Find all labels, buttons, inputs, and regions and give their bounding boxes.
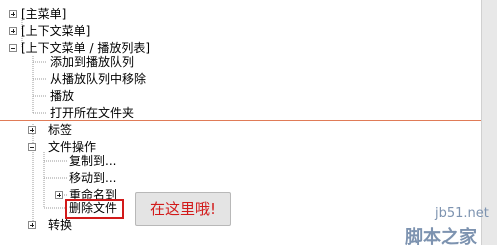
tree-item-label: 播放 — [50, 89, 75, 103]
tree-item-label: 从播放队列中移除 — [50, 72, 147, 86]
watermark-site: jb51.net — [435, 206, 489, 221]
tree-item-copy-to[interactable]: 复制到... — [69, 153, 116, 170]
delete-file-highlight-box — [65, 199, 124, 219]
red-divider-line — [0, 120, 497, 121]
collapse-minus-icon[interactable] — [28, 143, 36, 151]
collapse-minus-icon[interactable] — [9, 44, 17, 52]
tree-item-play[interactable]: 播放 — [50, 88, 74, 105]
annotation-callout: 在这里哦! — [135, 192, 231, 226]
tree-item-label: 打开所在文件夹 — [50, 106, 135, 120]
tree-item-label: 标签 — [48, 123, 73, 137]
watermark-brand: 脚本之家 — [405, 227, 477, 248]
tree-item-remove-from-queue[interactable]: 从播放队列中移除 — [50, 71, 146, 88]
tree-item-add-to-queue[interactable]: 添加到播放队列 — [50, 54, 134, 71]
expand-plus-icon[interactable] — [9, 27, 17, 35]
expand-plus-icon[interactable] — [55, 191, 63, 199]
tree-item-label: [上下文菜单] — [21, 24, 91, 38]
tree-item-label: [主菜单] — [21, 7, 67, 21]
tree-item-label: 添加到播放队列 — [50, 55, 135, 69]
tree-item-label: 转换 — [48, 218, 73, 232]
tree-item-move-to[interactable]: 移动到... — [69, 170, 116, 187]
expand-plus-icon[interactable] — [9, 10, 17, 18]
tree-item-label: 移动到... — [69, 171, 117, 185]
expand-plus-icon[interactable] — [28, 221, 36, 229]
expand-plus-icon[interactable] — [28, 126, 36, 134]
tree-item-label: 复制到... — [69, 154, 117, 168]
